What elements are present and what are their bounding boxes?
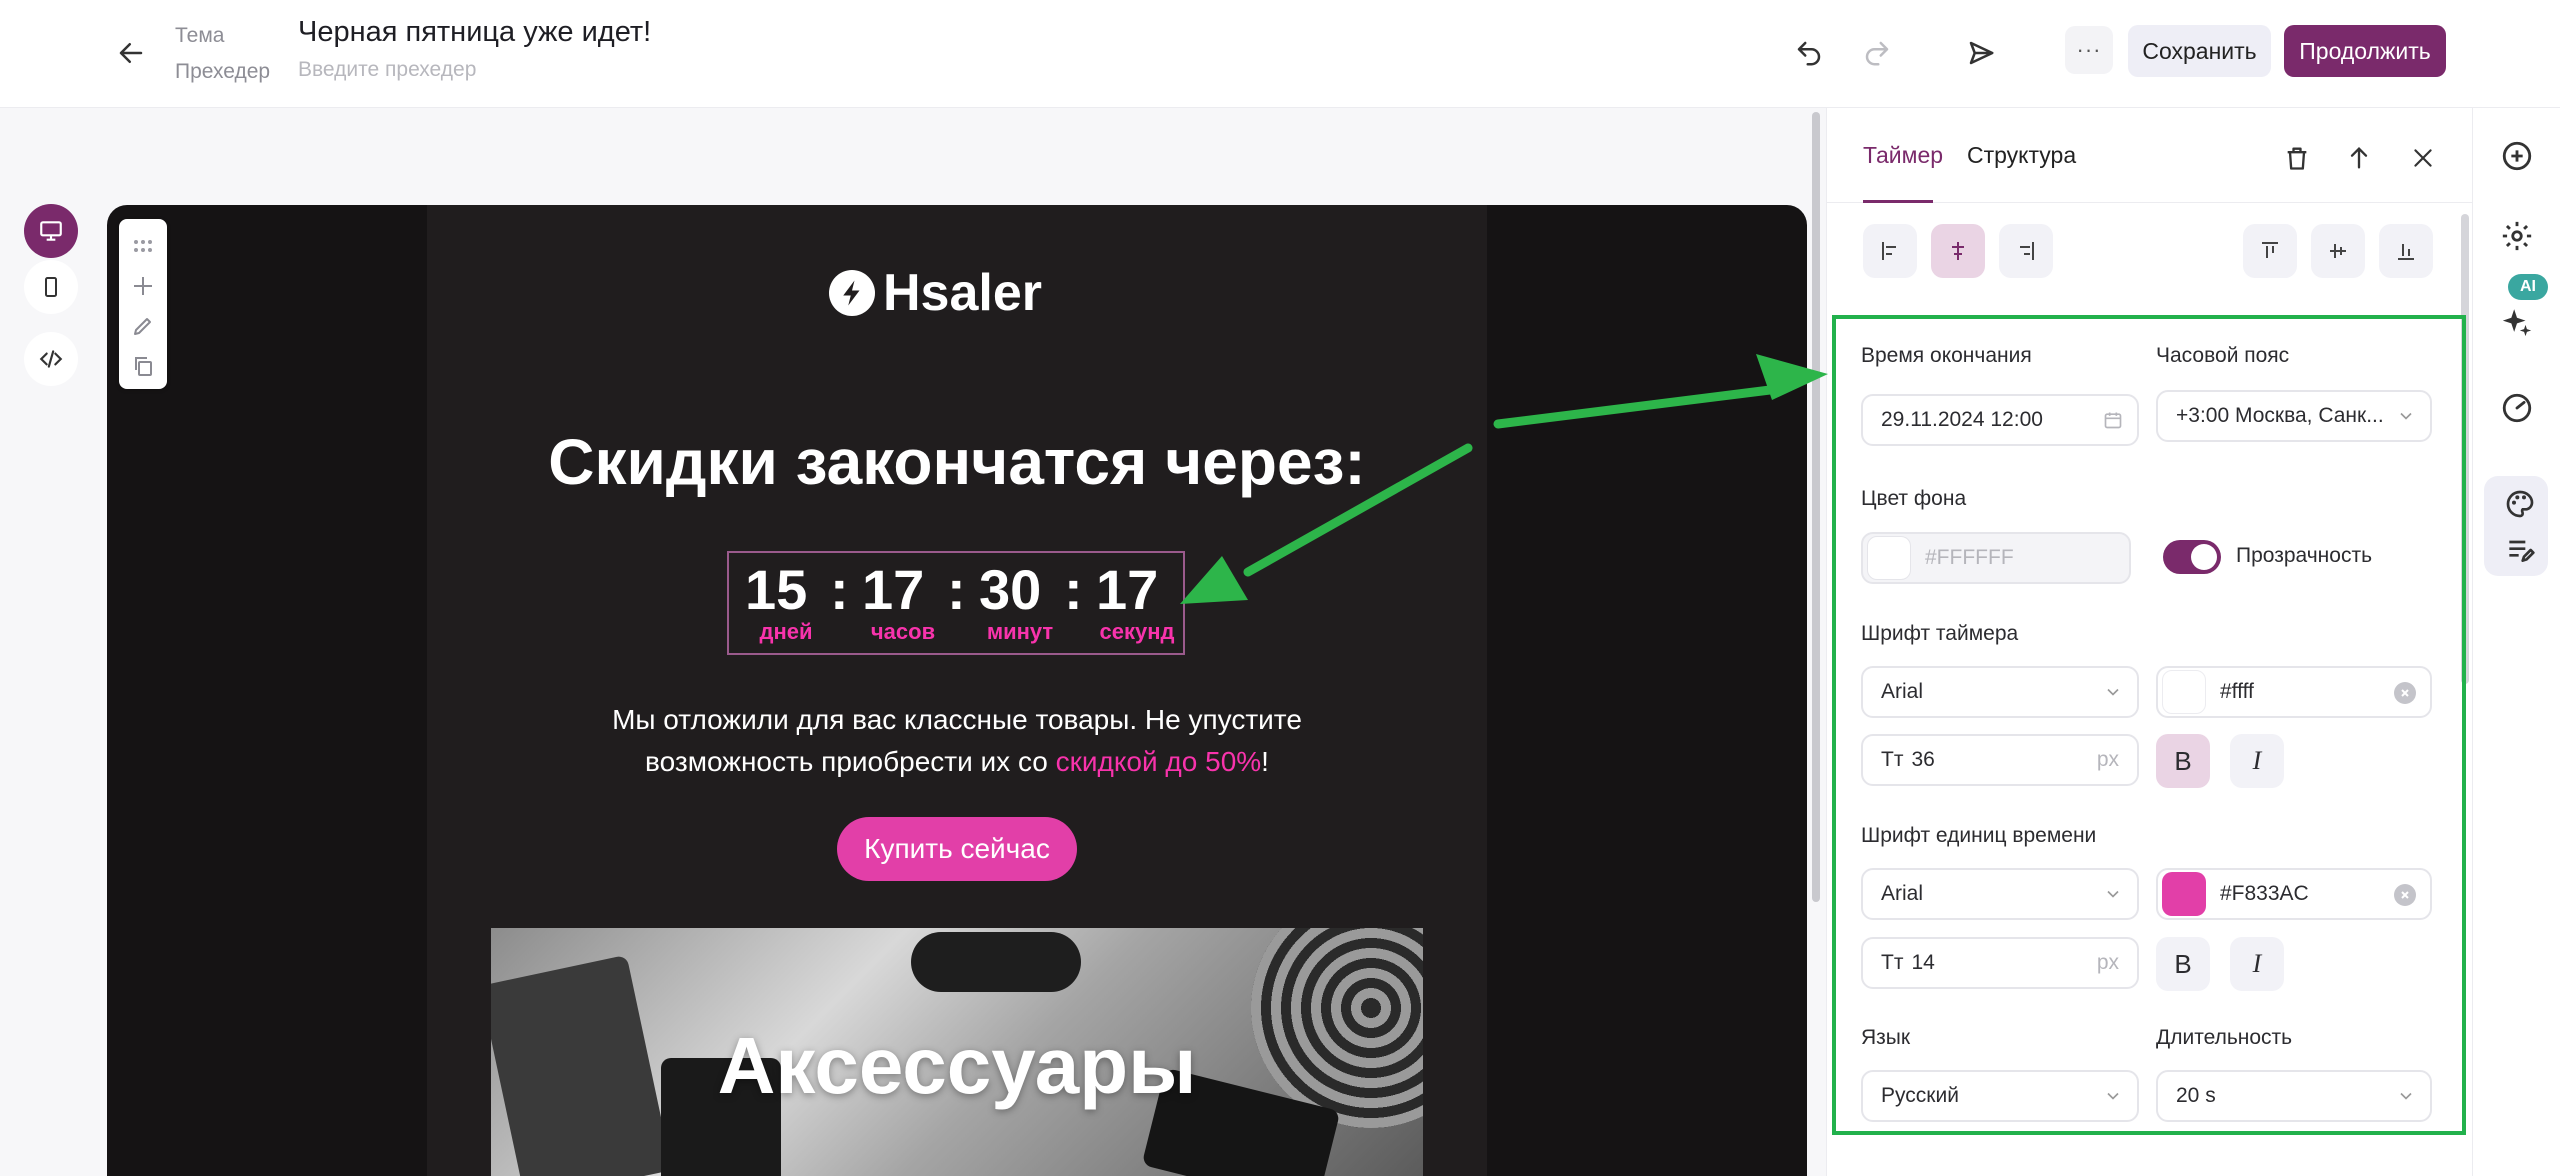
subject-input[interactable]: Черная пятница уже идет! (298, 12, 651, 52)
arrow-left-icon[interactable] (108, 30, 154, 76)
trash-icon[interactable] (2277, 138, 2317, 178)
countdown-timer[interactable]: 15 : 17 : 30 : 17 дней часов минут секун… (727, 551, 1185, 655)
banner-title: Аксессуары (717, 1021, 1197, 1110)
duplicate-icon[interactable] (126, 349, 160, 383)
subject-label: Тема (175, 24, 225, 47)
align-right-icon (2020, 242, 2034, 260)
email-canvas: Hsaler Скидки закончатся через: 15 : 17 … (107, 205, 1807, 1176)
body-line-2-prefix: возможность приобрести их со (645, 746, 1056, 777)
email-headline: Скидки закончатся через: (548, 426, 1366, 498)
accessories-banner: Аксессуары (491, 928, 1423, 1176)
gauge-icon[interactable] (2493, 384, 2541, 432)
banner-sunglasses-shape (911, 932, 1081, 992)
code-icon (39, 350, 63, 368)
desktop-view-button[interactable] (24, 204, 78, 258)
body-line-2-suffix: ! (1261, 746, 1269, 777)
edit-pencil-icon[interactable] (126, 309, 160, 343)
canvas-scrollbar[interactable] (1812, 112, 1820, 902)
valign-top-button[interactable] (2243, 224, 2297, 278)
align-right-button[interactable] (1999, 224, 2053, 278)
timer-seconds-unit: секунд (1099, 619, 1175, 644)
more-button[interactable]: ··· (2065, 26, 2113, 74)
timer-hours-unit: часов (870, 619, 936, 644)
valign-middle-button[interactable] (2311, 224, 2365, 278)
timer-days-value: 15 (745, 558, 808, 621)
valign-middle-icon (2330, 244, 2346, 258)
close-icon[interactable] (2403, 138, 2443, 178)
timer-digits: 15 : 17 : 30 : 17 (729, 557, 1183, 621)
tab-structure[interactable]: Структура (1967, 142, 2076, 169)
gear-icon[interactable] (2493, 212, 2541, 260)
valign-bottom-icon (2398, 244, 2414, 260)
buy-now-button[interactable]: Купить сейчас (837, 817, 1077, 881)
meta-values: Черная пятница уже идет! Введите прехеде… (298, 12, 651, 90)
align-center-icon (1952, 242, 1964, 260)
logo-text: Hsaler (883, 264, 1042, 322)
drag-handle-icon[interactable] (126, 229, 160, 263)
redo-icon[interactable] (1854, 30, 1900, 76)
code-view-button[interactable] (24, 332, 78, 386)
brand-logo: Hsaler (829, 263, 1042, 323)
sparkles-icon[interactable] (2493, 298, 2541, 346)
timer-separator: : (830, 558, 849, 621)
continue-button[interactable]: Продолжить (2284, 25, 2446, 77)
timer-separator: : (1064, 558, 1083, 621)
select-parent-icon[interactable] (2339, 138, 2379, 178)
save-button[interactable]: Сохранить (2128, 25, 2271, 77)
desktop-icon (40, 221, 62, 241)
align-left-button[interactable] (1863, 224, 1917, 278)
body-line-2: возможность приобрести их со скидкой до … (427, 741, 1487, 783)
timer-separator: : (947, 558, 966, 621)
active-tab-indicator (1863, 200, 1933, 203)
valign-top-icon (2262, 242, 2278, 258)
meta-labels: Тема Прехедер (175, 18, 270, 90)
undo-icon[interactable] (1786, 30, 1832, 76)
send-icon[interactable] (1958, 30, 2004, 76)
add-block-icon[interactable] (126, 269, 160, 303)
ai-badge: AI (2508, 274, 2548, 300)
plus-circle-icon[interactable] (2493, 132, 2541, 180)
preheader-label: Прехедер (175, 60, 271, 83)
preheader-input[interactable]: Введите прехедер (298, 50, 651, 90)
block-toolbar (119, 219, 167, 389)
timer-days-unit: дней (759, 619, 813, 644)
palette-icon[interactable] (2496, 480, 2544, 528)
top-bar: Тема Прехедер Черная пятница уже идет! В… (0, 0, 2560, 108)
right-rail (2472, 108, 2560, 1176)
align-center-button[interactable] (1931, 224, 1985, 278)
tab-timer[interactable]: Таймер (1863, 142, 1943, 169)
timer-hours-value: 17 (862, 558, 925, 621)
discount-highlight: скидкой до 50% (1055, 746, 1262, 777)
timer-minutes-value: 30 (979, 558, 1042, 621)
list-edit-icon[interactable] (2496, 526, 2544, 574)
lightning-icon (829, 270, 875, 316)
email-body-text: Мы отложили для вас классные товары. Не … (427, 699, 1487, 783)
timer-seconds-value: 17 (1096, 558, 1159, 621)
body-line-1: Мы отложили для вас классные товары. Не … (612, 704, 1302, 735)
mobile-view-button[interactable] (24, 260, 78, 314)
valign-bottom-button[interactable] (2379, 224, 2433, 278)
align-left-icon (1882, 242, 1896, 260)
timer-minutes-unit: минут (986, 619, 1054, 644)
mobile-icon (45, 277, 57, 297)
highlight-frame (1832, 315, 2466, 1135)
